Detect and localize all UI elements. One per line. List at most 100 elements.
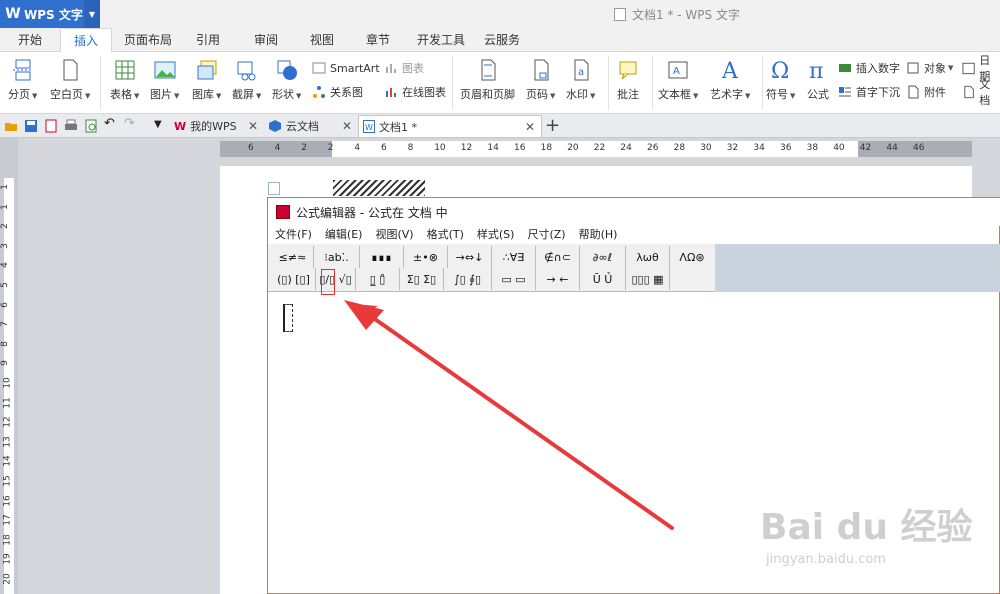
separator [452, 56, 453, 110]
tab-my-wps[interactable]: W 我的WPS ✕ [170, 115, 264, 137]
tab-cloud-docs[interactable]: 云文档 ✕ [264, 115, 358, 137]
summation-templates-button[interactable]: Σ▯ Σ▯ [400, 268, 444, 290]
symbol-button[interactable]: Ω 符号 ▼ [766, 58, 795, 102]
insert-number-label: 插入数字 [856, 62, 900, 75]
insert-number-button[interactable]: 插入数字 [838, 60, 900, 76]
picture-button[interactable]: 图片 ▼ [150, 58, 179, 102]
product-set-templates-button[interactable]: Ū Ủ [580, 268, 626, 290]
comment-button[interactable]: 批注 [616, 58, 640, 102]
header-footer-button[interactable]: 页眉和页脚 [460, 58, 515, 102]
relational-symbols-button[interactable]: ≤≠≈ [272, 246, 314, 268]
embellishments-button[interactable]: ∎∎∎ [360, 246, 404, 268]
undo-icon[interactable]: ↶ [104, 116, 118, 131]
online-chart-button[interactable]: 在线图表 [384, 84, 446, 100]
gallery-button[interactable]: 图库 ▼ [192, 58, 221, 102]
close-icon[interactable]: ✕ [342, 119, 352, 133]
watermark-button[interactable]: a 水印 ▼ [566, 58, 595, 102]
labeled-arrow-templates-button[interactable]: → ← [536, 268, 580, 290]
smartart-button[interactable]: SmartArt [312, 60, 380, 76]
chart-button[interactable]: 图表 [384, 60, 424, 76]
save-icon[interactable] [24, 119, 38, 133]
horizontal-ruler[interactable]: 6 4 2 2 4 6 8 10 12 14 16 18 20 22 24 26 28 30 32 34 36 38 40 4… [220, 141, 972, 157]
equation-input-slot[interactable] [283, 304, 293, 332]
blank-page-button[interactable]: 空白页 ▼ [50, 58, 90, 102]
menu-file[interactable]: 文件(F) [275, 226, 312, 244]
underbar-overbar-templates-button[interactable]: ▭ ▭ [492, 268, 536, 290]
wps-logo-icon: W [174, 119, 187, 133]
screenshot-button[interactable]: 截屏 ▼ [232, 58, 261, 102]
date-button[interactable]: 日期 [962, 54, 1000, 83]
open-folder-icon[interactable] [4, 119, 18, 133]
header-footer-icon [481, 59, 495, 81]
page-number-button[interactable]: 页码 ▼ [526, 58, 555, 102]
shape-button[interactable]: 形状 ▼ [272, 58, 301, 102]
tab-start[interactable]: 开始 [4, 28, 56, 52]
tab-page-layout[interactable]: 页面布局 [118, 28, 178, 52]
table-button[interactable]: 表格 ▼ [110, 58, 139, 102]
relation-graph-button[interactable]: 关系图 [312, 84, 363, 100]
ruler-mark: 6 [248, 143, 254, 153]
page-break-button[interactable]: 分页 ▼ [8, 58, 37, 102]
tab-developer[interactable]: 开发工具 [410, 28, 472, 52]
document-button[interactable]: 文档 [962, 78, 1000, 107]
textbox-button[interactable]: A 文本框 ▼ [658, 58, 698, 102]
tab-references[interactable]: 引用 [186, 28, 230, 52]
object-button[interactable]: 对象 ▼ [906, 60, 953, 76]
menu-help[interactable]: 帮助(H) [579, 226, 618, 244]
greek-lowercase-button[interactable]: λωθ [626, 246, 670, 268]
logical-symbols-button[interactable]: ∴∀∃ [492, 246, 536, 268]
misc-symbols-button[interactable]: ∂∞ℓ [580, 246, 626, 268]
export-pdf-icon[interactable] [44, 119, 58, 133]
integral-templates-button[interactable]: ∫▯ ∮▯ [444, 268, 492, 290]
chevron-down-icon[interactable]: ▼ [84, 0, 100, 28]
tab-cloud[interactable]: 云服务 [478, 28, 526, 52]
fence-templates-button[interactable]: (▯) [▯] [272, 268, 316, 290]
app-menu-button[interactable]: W WPS 文字 ▼ [0, 0, 100, 28]
smartart-icon [312, 62, 326, 74]
set-theory-button[interactable]: ∉∩⊂ [536, 246, 580, 268]
attachment-button[interactable]: 附件 [906, 84, 946, 100]
embedded-object-placeholder[interactable] [333, 180, 425, 196]
close-icon[interactable]: ✕ [248, 119, 258, 133]
subscript-superscript-templates-button[interactable]: ▯̲ ▯̊ [356, 268, 400, 290]
tab-review[interactable]: 审阅 [244, 28, 288, 52]
print-icon[interactable] [64, 119, 78, 133]
attachment-label: 附件 [924, 86, 946, 99]
comment-icon [619, 61, 637, 80]
baidu-watermark-url: jingyan.baidu.com [766, 552, 886, 567]
menu-size[interactable]: 尺寸(Z) [527, 226, 565, 244]
ruler-mark: 22 [593, 143, 606, 153]
vertical-ruler-mark: 6 [0, 301, 10, 308]
matrix-templates-button[interactable]: ▯▯▯ ▦ [626, 268, 670, 290]
menu-edit[interactable]: 编辑(E) [325, 226, 363, 244]
print-preview-icon[interactable] [84, 119, 98, 133]
menu-format[interactable]: 格式(T) [427, 226, 464, 244]
vertical-ruler[interactable]: 1123456789101112131415161718192021 [0, 138, 18, 594]
paste-options-icon[interactable] [268, 182, 280, 195]
vertical-ruler-mark: 10 [2, 377, 13, 389]
tab-document1[interactable]: W 文档1 * ✕ [358, 115, 542, 137]
menu-style[interactable]: 样式(S) [477, 226, 515, 244]
tab-chapter[interactable]: 章节 [356, 28, 400, 52]
new-tab-plus-icon[interactable]: + [545, 115, 560, 136]
ruler-mark: 10 [434, 143, 446, 153]
customize-chevron-down-icon[interactable]: ▼ [154, 119, 168, 133]
arrow-symbols-button[interactable]: →⇔↓ [448, 246, 492, 268]
formula-button[interactable]: π 公式 [806, 58, 830, 102]
chart-label: 图表 [402, 62, 424, 75]
tab-view[interactable]: 视图 [300, 28, 344, 52]
drop-cap-button[interactable]: 首字下沉 [838, 84, 900, 100]
tab-insert[interactable]: 插入 [60, 28, 112, 53]
ruler-mark: 42 [859, 143, 872, 153]
greek-uppercase-button[interactable]: ΛΩ⊛ [670, 246, 714, 268]
wordart-button[interactable]: A 艺术字 ▼ [710, 58, 750, 102]
vertical-ruler-mark: 20 [2, 573, 13, 585]
operator-symbols-button[interactable]: ±•⊗ [404, 246, 448, 268]
vertical-ruler-mark: 14 [2, 455, 13, 468]
redo-icon[interactable]: ↷ [124, 116, 138, 131]
menu-view[interactable]: 视图(V) [375, 226, 413, 244]
title-bar: W WPS 文字 ▼ 文档1 * - WPS 文字 [0, 0, 1000, 28]
spaces-ellipses-button[interactable]: ⁝ab⁚. [314, 246, 360, 268]
close-icon[interactable]: ✕ [525, 120, 535, 134]
textbox-icon: A [668, 61, 688, 79]
